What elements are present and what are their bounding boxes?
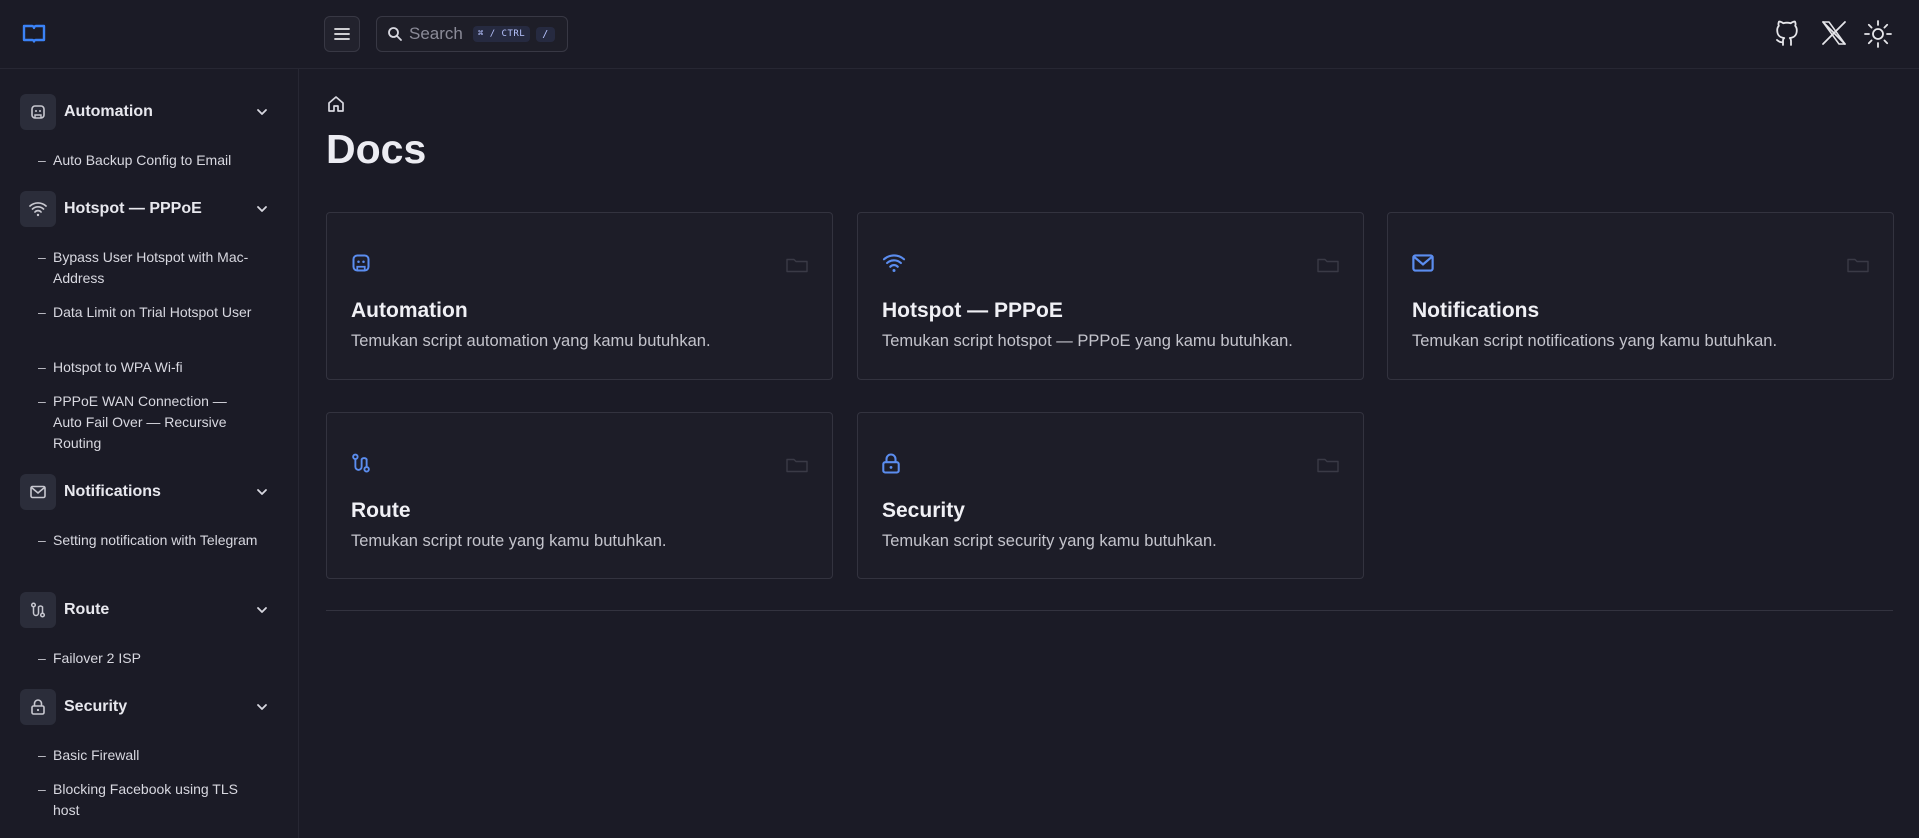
search-box[interactable]: Search ⌘ / CTRL / bbox=[376, 16, 568, 52]
folder-icon bbox=[1317, 258, 1339, 273]
sidebar-item[interactable]: – Bypass User Hotspot with Mac-Address bbox=[38, 247, 258, 289]
card-title: Automation bbox=[351, 299, 468, 322]
card-description: Temukan script hotspot — PPPoE yang kamu… bbox=[882, 332, 1293, 350]
lock-icon bbox=[20, 689, 56, 725]
sidebar-item[interactable]: – PPPoE WAN Connection — Auto Fail Over —… bbox=[38, 391, 258, 454]
sidebar: Automation – Auto Backup Config to Email … bbox=[0, 69, 299, 838]
content-divider bbox=[326, 610, 1893, 611]
card-title: Route bbox=[351, 499, 411, 522]
card-automation[interactable]: Automation Temukan script automation yan… bbox=[326, 212, 833, 380]
search-placeholder: Search bbox=[409, 24, 463, 43]
folder-icon bbox=[1847, 258, 1869, 273]
lock-icon bbox=[882, 453, 900, 474]
card-title: Hotspot — PPPoE bbox=[882, 299, 1063, 322]
card-route[interactable]: Route Temukan script route yang kamu but… bbox=[326, 412, 833, 579]
sidebar-item[interactable]: – Auto Backup Config to Email bbox=[38, 150, 258, 171]
robot-icon bbox=[352, 254, 370, 272]
chevron-down-icon[interactable] bbox=[254, 484, 270, 500]
chevron-down-icon[interactable] bbox=[254, 201, 270, 217]
sidebar-section-label: Hotspot — PPPoE bbox=[64, 200, 202, 217]
chevron-down-icon[interactable] bbox=[254, 699, 270, 715]
chevron-down-icon[interactable] bbox=[254, 104, 270, 120]
chevron-down-icon[interactable] bbox=[254, 602, 270, 618]
sidebar-section-security[interactable]: Security bbox=[20, 689, 276, 725]
card-security[interactable]: Security Temukan script security yang ka… bbox=[857, 412, 1364, 579]
folder-icon bbox=[1317, 458, 1339, 473]
sidebar-section-automation[interactable]: Automation bbox=[20, 94, 276, 130]
sidebar-item[interactable]: – Blocking Facebook using TLS host bbox=[38, 779, 258, 821]
shortcut-key-primary: ⌘ / CTRL bbox=[472, 26, 531, 42]
x-twitter-icon[interactable] bbox=[1821, 20, 1847, 46]
sidebar-section-route[interactable]: Route bbox=[20, 592, 276, 628]
shortcut-key-secondary: / bbox=[536, 26, 555, 42]
mail-icon bbox=[1412, 254, 1434, 272]
sidebar-section-label: Route bbox=[64, 601, 110, 618]
folder-icon bbox=[786, 258, 808, 273]
sidebar-item[interactable]: – Setting notification with Telegram bbox=[38, 530, 258, 551]
sun-theme-icon[interactable] bbox=[1864, 20, 1892, 48]
search-icon bbox=[388, 27, 402, 41]
page-title: Docs bbox=[326, 126, 427, 172]
sidebar-section-hotspot-pppoe[interactable]: Hotspot — PPPoE bbox=[20, 191, 276, 227]
card-title: Security bbox=[882, 499, 965, 522]
card-description: Temukan script security yang kamu butuhk… bbox=[882, 532, 1217, 550]
sidebar-section-label: Notifications bbox=[64, 483, 161, 500]
hamburger-icon bbox=[334, 28, 350, 40]
sidebar-section-notifications[interactable]: Notifications bbox=[20, 474, 276, 510]
top-bar: Search ⌘ / CTRL / bbox=[0, 0, 1919, 69]
route-icon bbox=[352, 453, 370, 473]
wifi-icon bbox=[20, 191, 56, 227]
sidebar-section-label: Automation bbox=[64, 103, 153, 120]
folder-icon bbox=[786, 458, 808, 473]
route-icon bbox=[20, 592, 56, 628]
card-title: Notifications bbox=[1412, 299, 1540, 322]
mail-icon bbox=[20, 474, 56, 510]
sidebar-item[interactable]: – Hotspot to WPA Wi-fi bbox=[38, 357, 258, 378]
robot-icon bbox=[20, 94, 56, 130]
card-description: Temukan script notifications yang kamu b… bbox=[1412, 332, 1778, 350]
card-hotspot-pppoe[interactable]: Hotspot — PPPoE Temukan script hotspot —… bbox=[857, 212, 1364, 380]
card-description: Temukan script route yang kamu butuhkan. bbox=[351, 532, 667, 550]
sidebar-item[interactable]: – Data Limit on Trial Hotspot User bbox=[38, 302, 258, 323]
home-icon[interactable] bbox=[327, 95, 345, 113]
book-logo-icon[interactable] bbox=[22, 24, 46, 44]
card-notifications[interactable]: Notifications Temukan script notificatio… bbox=[1387, 212, 1894, 380]
github-icon[interactable] bbox=[1774, 20, 1800, 48]
sidebar-item[interactable]: – Basic Firewall bbox=[38, 745, 258, 766]
sidebar-section-label: Security bbox=[64, 698, 128, 715]
wifi-icon bbox=[882, 254, 906, 272]
menu-button[interactable] bbox=[324, 16, 360, 52]
card-description: Temukan script automation yang kamu butu… bbox=[351, 332, 711, 350]
sidebar-item[interactable]: – Failover 2 ISP bbox=[38, 648, 258, 669]
